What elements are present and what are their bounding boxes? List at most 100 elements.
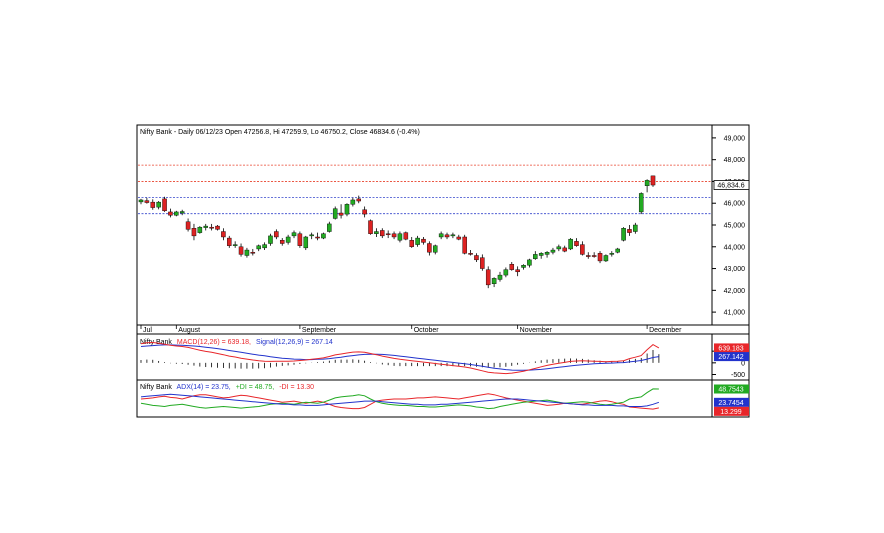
price-y-tick-label: 41,000: [724, 310, 746, 317]
candle-down: [509, 264, 515, 270]
candle-up: [603, 255, 609, 262]
candle-up: [344, 204, 350, 215]
chart-svg: Nifty Bank - Daily 06/12/23 Open 47256.8…: [0, 0, 884, 528]
candle-down: [380, 230, 385, 237]
candle-down: [144, 200, 150, 203]
candle-up: [521, 265, 526, 268]
adx-panel-title: Nifty Bank: [140, 384, 172, 391]
candle-up: [291, 232, 297, 237]
last-price-label: 46,834.6: [717, 183, 744, 190]
candle-up: [268, 235, 273, 244]
chart-window: Nifty Bank - Daily 06/12/23 Open 47256.8…: [0, 0, 884, 528]
candle-up: [197, 226, 203, 233]
candle-down: [591, 255, 597, 257]
price-y-tick-label: 45,000: [724, 223, 746, 230]
candle-up: [432, 245, 438, 253]
macd-value-labels: 639.183 267.142: [714, 343, 749, 362]
candle-down: [409, 240, 414, 247]
candle-up: [321, 233, 326, 239]
price-chart-title: Nifty Bank - Daily 06/12/23 Open 47256.8…: [140, 129, 420, 136]
macd-value-label: 267.142: [718, 354, 743, 361]
candle-down: [403, 232, 409, 240]
candle-up: [138, 199, 144, 203]
candle-up: [374, 231, 379, 234]
candle-up: [615, 248, 620, 253]
macd-y-tick-label: -500: [731, 372, 745, 379]
candle-up: [527, 259, 532, 266]
candle-up: [568, 238, 573, 250]
candle-down: [562, 247, 567, 252]
candle-down: [456, 236, 462, 240]
candle-down: [185, 221, 191, 230]
adx-legend-adx: ADX(14) = 23.75,: [176, 384, 230, 391]
last-price-marker: 46,834.6: [713, 180, 750, 190]
candle-up: [350, 199, 356, 205]
candle-down: [421, 238, 426, 243]
candle-up: [179, 211, 185, 214]
candle-up: [156, 201, 161, 208]
date-label: November: [520, 327, 553, 334]
candle-down: [480, 257, 485, 269]
candle-up: [550, 249, 556, 253]
candle-up: [533, 254, 538, 259]
candle-down: [650, 175, 656, 186]
candle-down: [586, 255, 591, 257]
candle-up: [638, 193, 644, 213]
candle-down: [580, 244, 585, 255]
candle-down: [215, 225, 220, 230]
candle-down: [274, 231, 279, 238]
candle-up: [285, 236, 291, 243]
candle-down: [444, 234, 450, 238]
candle-down: [279, 240, 285, 244]
candle-up: [262, 244, 267, 249]
candle-up: [491, 278, 497, 285]
candle-up: [556, 246, 562, 250]
date-label: September: [302, 327, 337, 334]
candle-down: [427, 243, 432, 253]
macd-legend-signal: Signal(12,26,9) = 267.14: [256, 339, 333, 346]
candle-up: [244, 249, 250, 256]
candle-down: [597, 253, 603, 262]
candle-up: [497, 274, 503, 280]
adx-value-label: 48.7543: [718, 387, 743, 394]
adx-legend: Nifty Bank ADX(14) = 23.75, +DI = 48.75,…: [140, 384, 314, 391]
macd-value-label: 639.183: [718, 345, 743, 352]
candle-down: [385, 233, 391, 235]
candle-down: [168, 211, 173, 216]
candle-down: [515, 269, 520, 273]
price-y-tick-label: 42,000: [724, 288, 746, 295]
adx-legend-plus-di: +DI = 48.75,: [236, 384, 275, 391]
candle-down: [221, 231, 226, 238]
candle-down: [238, 246, 244, 255]
candle-up: [621, 228, 626, 241]
candle-up: [644, 180, 650, 187]
candle-down: [297, 233, 303, 246]
candle-up: [503, 269, 509, 276]
candle-down: [209, 226, 214, 229]
candle-down: [227, 237, 232, 246]
adx-value-labels: 48.7543 23.7454 13.299: [714, 384, 749, 416]
candle-down: [315, 236, 320, 239]
candle-down: [191, 228, 197, 237]
macd-y-tick-label: 0: [741, 360, 745, 367]
candle-up: [174, 211, 179, 216]
candle-down: [485, 269, 491, 286]
candle-down: [468, 253, 473, 255]
candle-down: [574, 241, 579, 246]
candle-up: [538, 253, 544, 256]
candle-up: [450, 234, 456, 237]
candle-down: [474, 255, 479, 261]
candle-down: [368, 220, 373, 234]
candle-up: [332, 208, 338, 219]
candle-up: [203, 225, 208, 228]
candle-up: [256, 245, 261, 250]
candle-down: [338, 212, 344, 216]
price-y-tick-label: 49,000: [724, 135, 746, 142]
candle-down: [150, 201, 156, 208]
adx-value-label: 23.7454: [718, 400, 743, 407]
candle-down: [362, 209, 367, 215]
date-label: October: [414, 327, 440, 334]
candle-up: [327, 223, 332, 232]
candle-down: [162, 198, 167, 212]
candle-down: [627, 229, 632, 233]
